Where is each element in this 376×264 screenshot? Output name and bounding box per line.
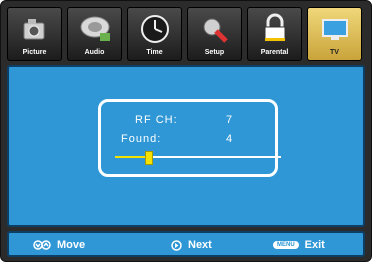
tab-tv[interactable]: TV (307, 7, 362, 61)
tab-time[interactable]: Time (127, 7, 182, 61)
lock-icon (258, 13, 292, 45)
tab-parental[interactable]: Parental (247, 7, 302, 61)
next-hint: Next (171, 239, 212, 251)
setup-tools-icon (198, 13, 232, 45)
tab-setup[interactable]: Setup (187, 7, 242, 61)
exit-label: Exit (304, 239, 325, 251)
tab-label: Picture (22, 49, 47, 56)
tab-label: TV (330, 49, 339, 56)
found-label: Found: (121, 133, 162, 145)
tab-label: Time (146, 49, 163, 56)
move-label: Move (57, 239, 86, 251)
nav-arrows-icon (33, 240, 51, 250)
tab-bar: Picture Audio Time Setup Parental TV (7, 7, 365, 62)
exit-hint: MENU Exit (273, 239, 325, 251)
tv-icon (318, 13, 352, 45)
rf-channel-label: RF CH: (135, 114, 178, 126)
tab-label: Setup (204, 49, 225, 56)
speaker-icon (78, 13, 112, 45)
clock-icon (138, 13, 172, 45)
tab-label: Parental (260, 49, 289, 56)
tab-picture[interactable]: Picture (7, 7, 62, 61)
scan-progress-fill (115, 156, 148, 158)
help-bar: Move Next MENU Exit (7, 231, 365, 257)
menu-key-icon: MENU (273, 241, 299, 249)
tv-osd-frame: Picture Audio Time Setup Parental TV RF … (0, 0, 372, 262)
ok-button-icon (171, 239, 182, 251)
next-label: Next (188, 239, 212, 251)
scan-progress-indicator (145, 151, 153, 165)
move-hint: Move (33, 239, 85, 251)
camera-icon (18, 13, 52, 45)
tab-audio[interactable]: Audio (67, 7, 122, 61)
tab-label: Audio (84, 49, 105, 56)
rf-channel-value: 7 (226, 114, 234, 126)
scan-dialog: RF CH: 7 Found: 4 (98, 99, 281, 177)
found-value: 4 (226, 133, 234, 145)
scan-panel: RF CH: 7 Found: 4 (7, 65, 365, 227)
